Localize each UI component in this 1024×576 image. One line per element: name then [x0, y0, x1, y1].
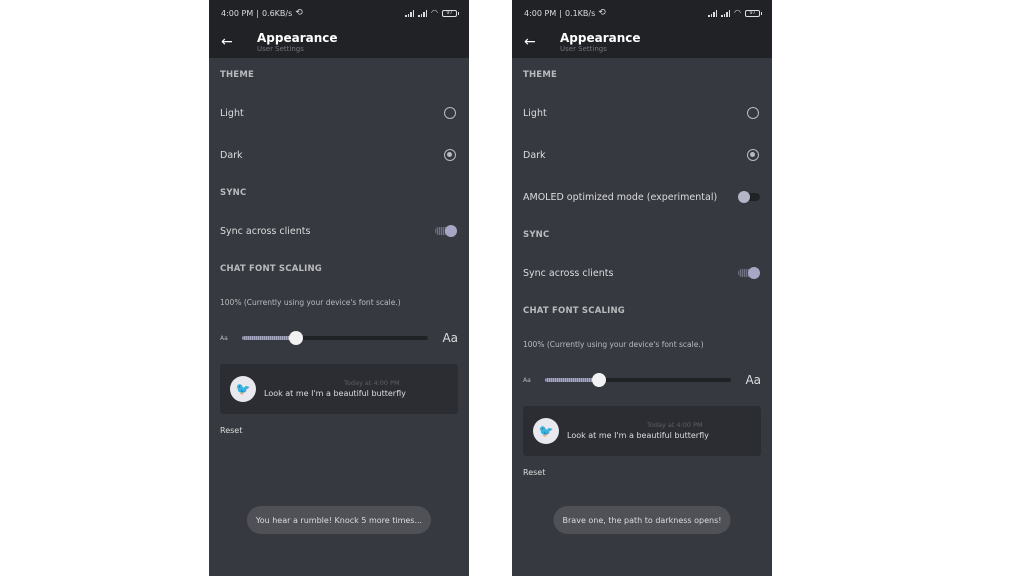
page-title: Appearance [560, 30, 641, 45]
sync-label: Sync across clients [220, 225, 311, 237]
font-size-slider-row: Aa Aa [523, 362, 761, 398]
network-speed: 0.6KB/s [261, 8, 293, 18]
battery-icon: 97 [745, 9, 762, 17]
message-timestamp: Today at 4:00 PM [344, 379, 400, 387]
bird-avatar-icon: 🐦 [538, 424, 554, 438]
network-speed: 0.1KB/s [564, 8, 596, 18]
signal-icon-2 [721, 9, 731, 17]
battery-icon: 97 [442, 9, 459, 17]
amoled-mode-toggle[interactable] [738, 191, 760, 203]
status-separator: | [559, 8, 562, 18]
font-size-slider[interactable] [242, 331, 429, 345]
app-header: ← Appearance User Settings [209, 26, 469, 58]
message-timestamp: Today at 4:00 PM [647, 421, 703, 429]
radio-button-dark[interactable] [747, 149, 759, 161]
theme-heading: THEME [220, 70, 254, 80]
message-text: Look at me I'm a beautiful butterfly [567, 431, 709, 440]
wifi-icon: ◠ [431, 8, 438, 17]
sync-row[interactable]: Sync across clients [220, 210, 458, 252]
phone-screen-left: 4:00 PM | 0.6KB/s ⟲ ◠ 97 ← Appearance Us… [209, 0, 469, 576]
wifi-icon: ◠ [734, 8, 741, 17]
sync-row[interactable]: Sync across clients [523, 252, 761, 294]
sync-heading: SYNC [523, 230, 550, 240]
page-title: Appearance [257, 30, 338, 45]
theme-option-label: Dark [523, 149, 546, 161]
sync-toggle[interactable] [738, 267, 760, 279]
sync-label: Sync across clients [523, 267, 614, 279]
slider-fill [242, 336, 297, 340]
font-scaling-heading: CHAT FONT SCALING [523, 306, 625, 316]
theme-option-dark[interactable]: Dark [220, 134, 458, 176]
amoled-mode-row[interactable]: AMOLED optimized mode (experimental) [523, 176, 761, 218]
font-scaling-heading: CHAT FONT SCALING [220, 264, 322, 274]
theme-option-label: Dark [220, 149, 243, 161]
avatar: 🐦 [230, 376, 256, 402]
avatar: 🐦 [533, 418, 559, 444]
status-time: 4:00 PM [221, 8, 254, 18]
page-subtitle: User Settings [560, 44, 607, 53]
font-size-slider-row: Aa Aa [220, 320, 458, 356]
theme-option-dark[interactable]: Dark [523, 134, 761, 176]
message-preview: 🐦 Today at 4:00 PM Look at me I'm a beau… [220, 364, 458, 414]
slider-fill [545, 378, 600, 382]
font-size-slider[interactable] [545, 373, 732, 387]
radio-button-light[interactable] [747, 107, 759, 119]
small-font-icon: Aa [523, 376, 531, 384]
reset-button[interactable]: Reset [523, 456, 761, 490]
theme-option-label: Light [523, 107, 547, 119]
amoled-mode-label: AMOLED optimized mode (experimental) [523, 191, 718, 203]
large-font-icon: Aa [442, 331, 458, 345]
slider-thumb[interactable] [289, 331, 304, 345]
signal-icon-2 [418, 9, 428, 17]
status-bar: 4:00 PM | 0.6KB/s ⟲ ◠ 97 [209, 0, 469, 26]
theme-heading: THEME [523, 70, 557, 80]
theme-option-light[interactable]: Light [220, 92, 458, 134]
sync-toggle[interactable] [435, 225, 457, 237]
page-subtitle: User Settings [257, 44, 304, 53]
reset-button[interactable]: Reset [220, 414, 458, 448]
signal-icon [405, 9, 415, 17]
message-preview: 🐦 Today at 4:00 PM Look at me I'm a beau… [523, 406, 761, 456]
status-bar: 4:00 PM | 0.1KB/s ⟲ ◠ 97 [512, 0, 772, 26]
back-arrow-icon[interactable]: ← [221, 34, 257, 50]
status-separator: | [256, 8, 259, 18]
status-time: 4:00 PM [524, 8, 557, 18]
sync-off-icon: ⟲ [295, 8, 303, 18]
message-text: Look at me I'm a beautiful butterfly [264, 389, 406, 398]
sync-heading: SYNC [220, 188, 247, 198]
toast-message: Brave one, the path to darkness opens! [553, 506, 731, 534]
phone-screen-right: 4:00 PM | 0.1KB/s ⟲ ◠ 97 ← Appearance Us… [512, 0, 772, 576]
theme-option-label: Light [220, 107, 244, 119]
small-font-icon: Aa [220, 334, 228, 342]
app-header: ← Appearance User Settings [512, 26, 772, 58]
theme-option-light[interactable]: Light [523, 92, 761, 134]
radio-button-light[interactable] [444, 107, 456, 119]
radio-button-dark[interactable] [444, 149, 456, 161]
sync-off-icon: ⟲ [598, 8, 606, 18]
large-font-icon: Aa [745, 373, 761, 387]
slider-thumb[interactable] [592, 373, 607, 387]
bird-avatar-icon: 🐦 [235, 382, 251, 396]
toast-message: You hear a rumble! Knock 5 more times... [246, 506, 432, 534]
signal-icon [708, 9, 718, 17]
back-arrow-icon[interactable]: ← [524, 34, 560, 50]
font-scale-note: 100% (Currently using your device's font… [220, 298, 401, 307]
font-scale-note: 100% (Currently using your device's font… [523, 340, 704, 349]
